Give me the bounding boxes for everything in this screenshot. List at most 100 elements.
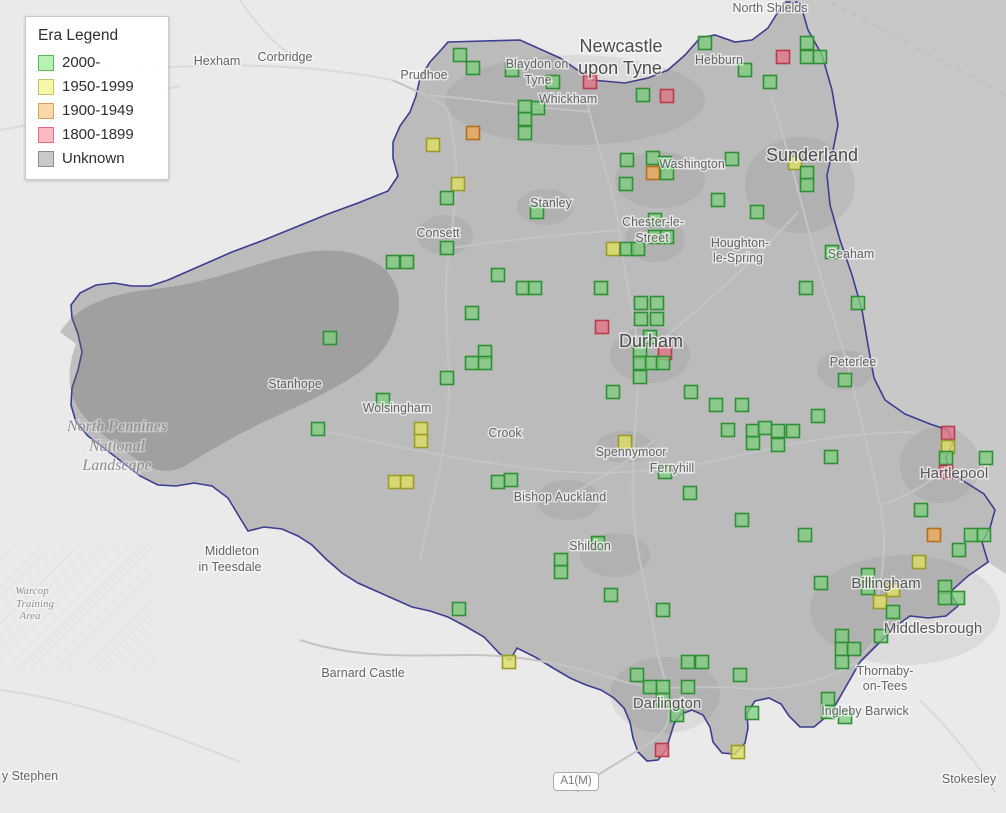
era-marker-g[interactable] xyxy=(834,628,850,644)
era-marker-g[interactable] xyxy=(745,423,761,439)
era-marker-g[interactable] xyxy=(724,151,740,167)
era-marker-g[interactable] xyxy=(846,641,862,657)
era-marker-r[interactable] xyxy=(594,319,610,335)
era-marker-g[interactable] xyxy=(439,190,455,206)
era-marker-g[interactable] xyxy=(682,485,698,501)
era-marker-g[interactable] xyxy=(734,397,750,413)
era-marker-g[interactable] xyxy=(632,355,648,371)
era-marker-y[interactable] xyxy=(399,474,415,490)
era-marker-y[interactable] xyxy=(387,474,403,490)
era-marker-g[interactable] xyxy=(745,435,761,451)
era-marker-g[interactable] xyxy=(633,311,649,327)
era-marker-g[interactable] xyxy=(477,355,493,371)
era-marker-g[interactable] xyxy=(452,47,468,63)
era-marker-g[interactable] xyxy=(464,355,480,371)
era-marker-y[interactable] xyxy=(872,594,888,610)
era-marker-g[interactable] xyxy=(465,60,481,76)
era-marker-g[interactable] xyxy=(798,280,814,296)
era-marker-g[interactable] xyxy=(963,527,979,543)
era-marker-g[interactable] xyxy=(464,305,480,321)
era-marker-g[interactable] xyxy=(708,397,724,413)
era-marker-g[interactable] xyxy=(439,370,455,386)
era-marker-g[interactable] xyxy=(593,280,609,296)
era-marker-g[interactable] xyxy=(490,474,506,490)
era-marker-r[interactable] xyxy=(654,742,670,758)
era-marker-g[interactable] xyxy=(732,667,748,683)
era-marker-g[interactable] xyxy=(913,502,929,518)
era-marker-r[interactable] xyxy=(775,49,791,65)
era-marker-g[interactable] xyxy=(632,369,648,385)
era-marker-g[interactable] xyxy=(951,542,967,558)
era-marker-g[interactable] xyxy=(385,254,401,270)
era-marker-g[interactable] xyxy=(633,295,649,311)
era-marker-g[interactable] xyxy=(619,152,635,168)
era-marker-g[interactable] xyxy=(812,49,828,65)
era-marker-g[interactable] xyxy=(605,384,621,400)
era-marker-g[interactable] xyxy=(680,679,696,695)
era-marker-g[interactable] xyxy=(749,204,765,220)
era-marker-g[interactable] xyxy=(618,176,634,192)
era-marker-g[interactable] xyxy=(517,111,533,127)
era-marker-g[interactable] xyxy=(978,450,994,466)
era-marker-g[interactable] xyxy=(399,254,415,270)
era-marker-o[interactable] xyxy=(465,125,481,141)
era-marker-y[interactable] xyxy=(450,176,466,192)
era-marker-g[interactable] xyxy=(799,35,815,51)
era-marker-g[interactable] xyxy=(649,311,665,327)
era-marker-g[interactable] xyxy=(762,74,778,90)
era-marker-g[interactable] xyxy=(720,422,736,438)
era-marker-g[interactable] xyxy=(850,295,866,311)
era-marker-g[interactable] xyxy=(553,552,569,568)
era-marker-g[interactable] xyxy=(744,705,760,721)
era-marker-y[interactable] xyxy=(605,241,621,257)
era-marker-g[interactable] xyxy=(642,679,658,695)
era-marker-y[interactable] xyxy=(413,433,429,449)
era-marker-r[interactable] xyxy=(940,425,956,441)
era-marker-g[interactable] xyxy=(645,150,661,166)
era-marker-g[interactable] xyxy=(834,641,850,657)
era-marker-g[interactable] xyxy=(655,679,671,695)
era-marker-g[interactable] xyxy=(683,384,699,400)
era-marker-r[interactable] xyxy=(659,88,675,104)
era-marker-g[interactable] xyxy=(451,601,467,617)
era-marker-g[interactable] xyxy=(810,408,826,424)
era-marker-g[interactable] xyxy=(799,49,815,65)
era-marker-y[interactable] xyxy=(911,554,927,570)
era-marker-g[interactable] xyxy=(797,527,813,543)
era-marker-g[interactable] xyxy=(635,87,651,103)
era-marker-g[interactable] xyxy=(517,125,533,141)
era-marker-g[interactable] xyxy=(503,472,519,488)
era-marker-g[interactable] xyxy=(680,654,696,670)
era-marker-g[interactable] xyxy=(950,590,966,606)
era-marker-g[interactable] xyxy=(813,575,829,591)
era-marker-g[interactable] xyxy=(734,512,750,528)
era-marker-g[interactable] xyxy=(697,35,713,51)
era-marker-o[interactable] xyxy=(645,165,661,181)
era-marker-g[interactable] xyxy=(439,240,455,256)
era-marker-o[interactable] xyxy=(926,527,942,543)
era-marker-g[interactable] xyxy=(527,280,543,296)
era-marker-g[interactable] xyxy=(938,450,954,466)
era-marker-y[interactable] xyxy=(730,744,746,760)
era-marker-g[interactable] xyxy=(799,177,815,193)
era-marker-g[interactable] xyxy=(770,423,786,439)
era-marker-y[interactable] xyxy=(425,137,441,153)
era-marker-g[interactable] xyxy=(976,527,992,543)
era-marker-g[interactable] xyxy=(655,355,671,371)
era-marker-g[interactable] xyxy=(553,564,569,580)
era-marker-g[interactable] xyxy=(937,590,953,606)
era-marker-g[interactable] xyxy=(770,437,786,453)
era-marker-g[interactable] xyxy=(823,449,839,465)
era-marker-g[interactable] xyxy=(694,654,710,670)
era-marker-g[interactable] xyxy=(710,192,726,208)
era-marker-g[interactable] xyxy=(629,667,645,683)
era-marker-g[interactable] xyxy=(603,587,619,603)
era-marker-y[interactable] xyxy=(501,654,517,670)
era-marker-g[interactable] xyxy=(885,604,901,620)
era-marker-g[interactable] xyxy=(517,99,533,115)
era-marker-g[interactable] xyxy=(799,165,815,181)
era-marker-g[interactable] xyxy=(837,372,853,388)
era-marker-g[interactable] xyxy=(310,421,326,437)
era-marker-g[interactable] xyxy=(757,420,773,436)
era-marker-g[interactable] xyxy=(655,602,671,618)
